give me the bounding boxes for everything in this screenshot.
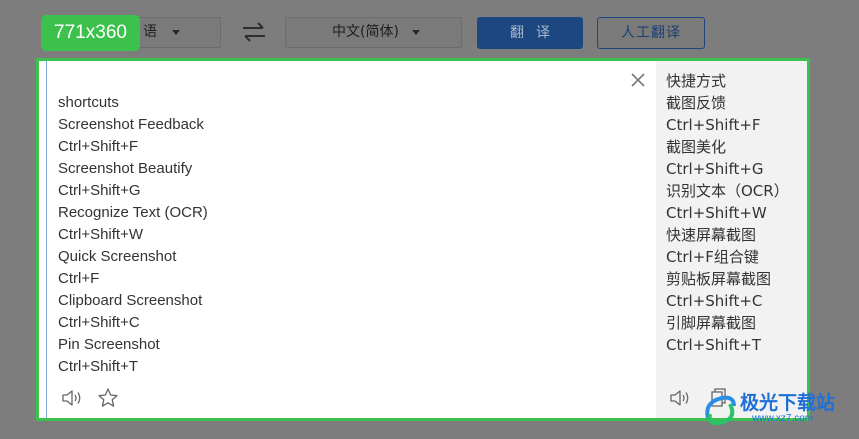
source-line: Ctrl+Shift+C — [58, 314, 140, 331]
size-annotation-badge: 771x360 — [41, 15, 140, 51]
source-line: shortcuts — [58, 94, 119, 111]
target-line: Ctrl+F组合键 — [666, 248, 759, 266]
chevron-down-icon — [412, 30, 420, 35]
target-line: 截图美化 — [666, 138, 727, 156]
source-line: Ctrl+Shift+T — [58, 358, 139, 375]
target-line: 快捷方式 — [666, 72, 727, 90]
source-line: Ctrl+Shift+F — [58, 138, 139, 155]
target-line: Ctrl+Shift+F — [666, 116, 761, 134]
source-text: shortcuts Screenshot Feedback Ctrl+Shift… — [58, 92, 208, 378]
watermark-url: www.xz7.com — [752, 413, 814, 424]
target-language-label: 中文(简体) — [332, 24, 399, 40]
source-line: Ctrl+F — [58, 270, 100, 287]
target-line: Ctrl+Shift+T — [666, 336, 762, 354]
target-language-select[interactable]: 中文(简体) — [285, 17, 462, 48]
source-line: Screenshot Beautify — [58, 160, 193, 177]
star-icon[interactable] — [97, 387, 119, 409]
human-translation-button[interactable]: 人工翻译 — [597, 17, 705, 49]
target-line: Ctrl+Shift+G — [666, 160, 764, 178]
target-line: Ctrl+Shift+C — [666, 292, 763, 310]
watermark-text: 极光下载站 — [740, 392, 836, 414]
translate-button[interactable]: 翻译 — [477, 17, 583, 49]
target-text: 快捷方式 截图反馈 Ctrl+Shift+F 截图美化 Ctrl+Shift+G… — [666, 70, 789, 356]
swap-languages-icon[interactable] — [241, 21, 267, 43]
target-line: 剪贴板屏幕截图 — [666, 270, 772, 288]
source-line: Clipboard Screenshot — [58, 292, 203, 309]
source-line: Screenshot Feedback — [58, 116, 204, 133]
close-icon[interactable] — [631, 73, 645, 87]
source-line: Recognize Text (OCR) — [58, 204, 208, 221]
target-line: 快速屏幕截图 — [666, 226, 757, 244]
source-line: Ctrl+Shift+G — [58, 182, 141, 199]
chevron-down-icon — [172, 30, 180, 35]
watermark-logo: 极光下载站 www.xz7.com — [700, 386, 859, 436]
watermark-swirl-icon — [705, 395, 736, 426]
speaker-icon[interactable] — [61, 388, 83, 408]
target-line: 截图反馈 — [666, 94, 727, 112]
target-line: 识别文本（OCR） — [666, 182, 789, 200]
speaker-icon[interactable] — [669, 388, 691, 408]
target-line: Ctrl+Shift+W — [666, 204, 767, 222]
target-text-area: 快捷方式 截图反馈 Ctrl+Shift+F 截图美化 Ctrl+Shift+G… — [656, 61, 807, 418]
source-language-label: 语 — [143, 24, 157, 40]
target-line: 引脚屏幕截图 — [666, 314, 757, 332]
source-text-area[interactable]: shortcuts Screenshot Feedback Ctrl+Shift… — [46, 61, 657, 418]
source-line: Quick Screenshot — [58, 248, 177, 265]
translation-panel: shortcuts Screenshot Feedback Ctrl+Shift… — [36, 58, 810, 421]
source-line: Ctrl+Shift+W — [58, 226, 144, 243]
source-line: Pin Screenshot — [58, 336, 160, 353]
